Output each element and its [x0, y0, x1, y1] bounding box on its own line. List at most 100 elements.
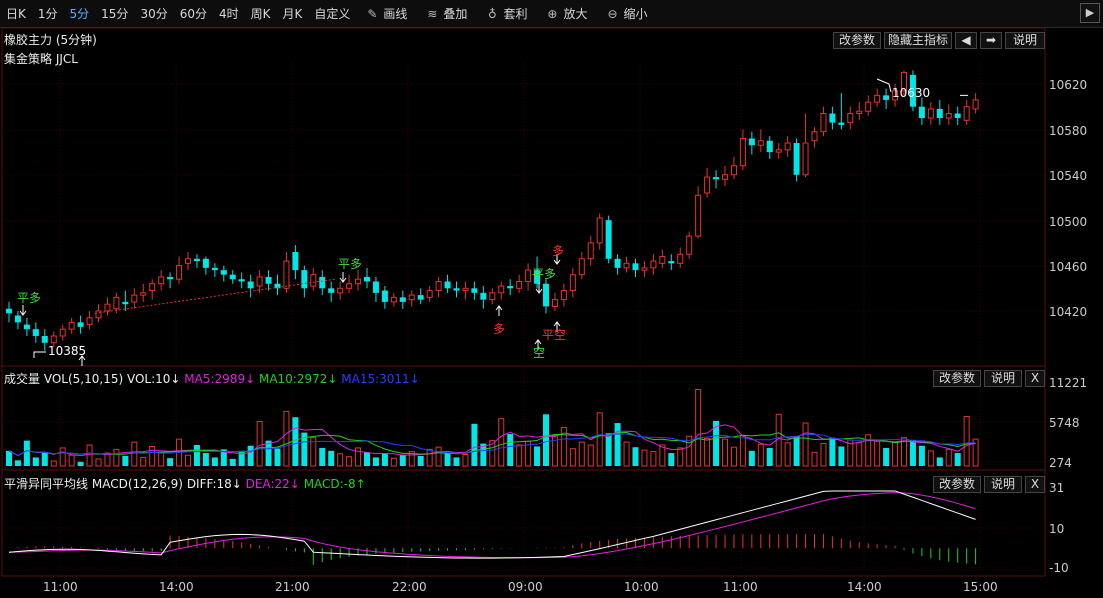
- trend-line: [94, 278, 336, 314]
- volume-bar-up: [498, 418, 505, 467]
- volume-bar-down: [883, 447, 890, 466]
- candle-down: [838, 122, 845, 125]
- volume-bar-up: [426, 448, 433, 467]
- price-tick: 10420: [1049, 305, 1088, 319]
- candle-down: [23, 324, 30, 330]
- candle-up: [337, 287, 344, 294]
- candle-up: [59, 328, 66, 337]
- price-tick: 10460: [1049, 260, 1088, 274]
- volume-bar-up: [149, 445, 156, 467]
- volume-bar-down: [954, 453, 961, 466]
- volume-help-button[interactable]: 说明: [984, 370, 1022, 387]
- candle-down: [6, 308, 12, 314]
- macd-close-button[interactable]: X: [1025, 476, 1045, 493]
- volume-bar-down: [668, 453, 675, 466]
- volume-params-button[interactable]: 改参数: [933, 370, 981, 387]
- candle-up: [757, 140, 764, 146]
- candle-down: [41, 335, 48, 343]
- candle-down: [122, 301, 129, 305]
- volume-bar-up: [86, 444, 93, 467]
- volume-bar-down: [328, 450, 335, 466]
- candle-down: [829, 113, 836, 123]
- macd-params-button[interactable]: 改参数: [933, 476, 981, 493]
- hide-indicator-button[interactable]: 隐藏主指标: [884, 32, 952, 49]
- volume-bar-up: [784, 442, 791, 467]
- main-params-button[interactable]: 改参数: [833, 32, 881, 49]
- macd-tick: -10: [1049, 561, 1069, 575]
- signal-close-long: 平多: [532, 267, 557, 281]
- volume-bar-down: [507, 434, 514, 466]
- candle-up: [498, 285, 505, 294]
- time-tick: 15:00: [963, 580, 998, 594]
- candle-up: [686, 235, 693, 255]
- macd-help-button[interactable]: 说明: [984, 476, 1022, 493]
- candle-up: [820, 113, 827, 133]
- candle-down: [193, 258, 200, 262]
- candle-up: [355, 278, 362, 285]
- volume-bar-down: [614, 423, 621, 466]
- volume-bar-down: [292, 417, 299, 466]
- volume-bar-down: [23, 440, 30, 466]
- volume-bar-down: [319, 447, 326, 466]
- volume-bar-down: [936, 457, 943, 466]
- candle-up: [623, 262, 630, 269]
- candle-up: [185, 258, 191, 264]
- candle-down: [614, 258, 621, 268]
- volume-bar-up: [283, 410, 290, 467]
- candle-down: [444, 281, 451, 289]
- candle-down: [883, 95, 890, 100]
- volume-bar-down: [793, 436, 800, 466]
- candle-down: [480, 292, 487, 300]
- candle-up: [587, 242, 594, 260]
- volume-bar-up: [462, 454, 469, 467]
- volume-bar-down: [211, 457, 218, 466]
- candle-up: [256, 276, 263, 287]
- volume-bar-down: [77, 461, 84, 466]
- candle-up: [972, 99, 979, 110]
- volume-bar-up: [68, 454, 75, 467]
- candle-down: [543, 283, 549, 307]
- candle-up: [945, 113, 952, 119]
- volume-bar-up: [578, 441, 585, 467]
- volume-bar-up: [963, 416, 970, 467]
- volume-bar-up: [337, 453, 344, 467]
- volume-bar-down: [41, 452, 48, 466]
- macd-params: MACD(12,26,9): [91, 477, 183, 491]
- macd-tick: 31: [1049, 481, 1065, 495]
- scroll-right-button[interactable]: ➡: [980, 32, 1002, 49]
- candle-up: [131, 294, 138, 303]
- candle-down: [211, 267, 218, 271]
- chart-canvas[interactable]: [0, 0, 1103, 598]
- candle-up: [516, 280, 523, 289]
- candle-down: [292, 251, 299, 271]
- signal-close-long: 平多: [17, 291, 42, 305]
- candle-down: [220, 270, 227, 275]
- volume-title: 成交量 VOL(5,10,15) VOL:10↓ MA5:2989↓ MA10:…: [4, 370, 420, 387]
- scroll-left-button[interactable]: ◀: [955, 32, 977, 49]
- candle-up: [176, 265, 183, 280]
- volume-bar-up: [185, 454, 191, 467]
- candle-up: [68, 321, 75, 330]
- candle-up: [659, 256, 666, 264]
- signal-long: 多: [493, 322, 506, 336]
- volume-bar-down: [471, 423, 478, 466]
- instrument-title: 橡胶主力 (5分钟): [4, 33, 97, 47]
- volume-close-button[interactable]: X: [1025, 370, 1045, 387]
- volume-bar-up: [659, 444, 666, 467]
- high-marker: [876, 78, 892, 93]
- volume-bar-down: [14, 460, 21, 466]
- candle-up: [525, 269, 532, 282]
- volume-bar-up: [730, 446, 737, 467]
- volume-bar-up: [945, 448, 952, 467]
- volume-bar-up: [59, 447, 66, 467]
- candle-up: [462, 287, 469, 292]
- volume-bar-up: [695, 388, 702, 467]
- volume-bar-down: [748, 450, 755, 466]
- time-tick: 21:00: [275, 580, 310, 594]
- candle-up: [963, 106, 970, 121]
- volume-bar-down: [399, 454, 406, 466]
- volume-bar-up: [50, 460, 57, 467]
- main-help-button[interactable]: 说明: [1005, 32, 1045, 49]
- candle-down: [668, 261, 675, 264]
- volume-params: VOL(5,10,15): [43, 372, 124, 386]
